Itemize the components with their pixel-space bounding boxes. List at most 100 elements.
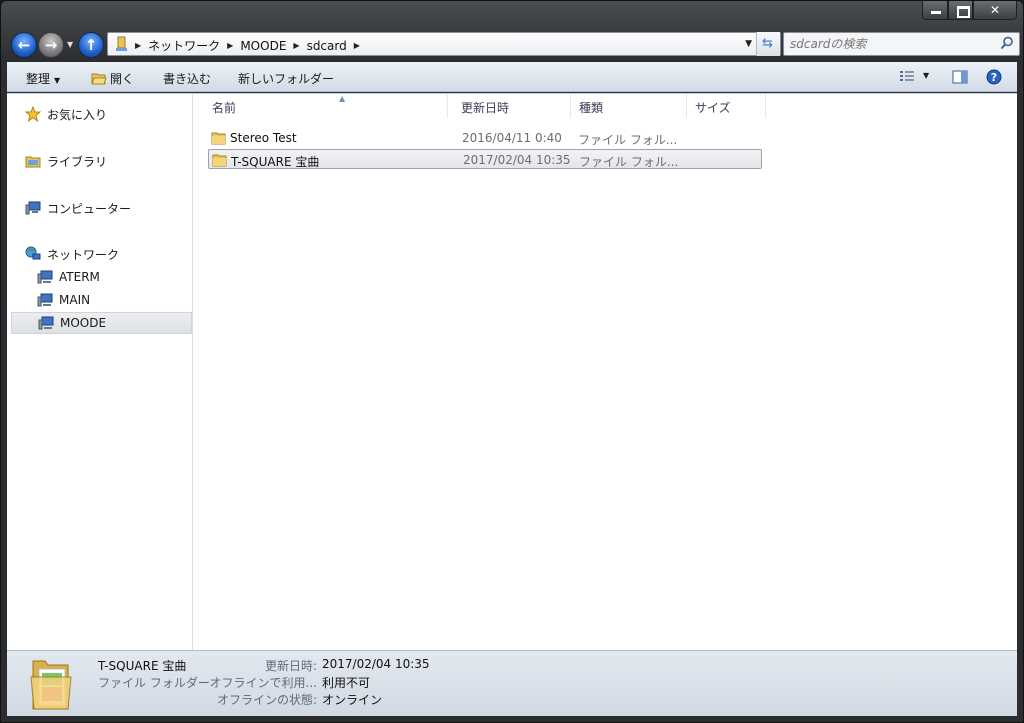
column-header-label: 種類 [579, 101, 604, 115]
organize-button[interactable]: 整理 ▼ [26, 70, 60, 87]
forward-arrow-icon: → [44, 36, 58, 54]
folder-thumbnail-icon [30, 660, 72, 710]
up-arrow-icon: ↑ [84, 36, 98, 54]
content-area: お気に入り ライブラリ コンピューター ネットワーク ATERM MAIN MO… [7, 93, 1017, 650]
file-list: 名前 ▲ 更新日時 種類 サイズ Stereo Test 2016/04/11 … [194, 94, 1017, 650]
column-header-label: 名前 [212, 101, 237, 115]
caption-buttons: ✕ [922, 1, 1017, 21]
nav-network-item-label: MAIN [59, 293, 91, 307]
nav-network[interactable]: ネットワーク [25, 243, 192, 265]
table-row[interactable]: Stereo Test 2016/04/11 0:40 ファイル フォル... [208, 128, 762, 148]
table-row-selected[interactable]: T-SQUARE 宝曲 2017/02/04 10:35 ファイル フォル... [208, 149, 762, 169]
search-box[interactable] [783, 32, 1020, 56]
column-header-size[interactable]: サイズ [687, 94, 766, 118]
file-type: ファイル フォル... [579, 155, 679, 169]
details-item-name: T-SQUARE 宝曲 [98, 659, 187, 673]
change-view-button[interactable]: ▼ [897, 68, 933, 86]
details-item-type: ファイル フォルダー [98, 676, 210, 690]
folder-icon [212, 154, 227, 167]
address-bar[interactable]: ▶ ネットワーク ▶ MOODE ▶ sdcard ▶ ▼ ⇆ [107, 32, 781, 56]
svg-text:?: ? [991, 71, 997, 84]
column-header-label: 更新日時 [461, 101, 510, 115]
file-date: 2017/02/04 10:35 [463, 153, 571, 167]
navigation-bar: ← → ▼ ↑ ▶ ネットワーク ▶ MOODE ▶ sdcard ▶ ▼ ⇆ [7, 29, 1020, 59]
details-offline-availability-label: オフラインで利用... [209, 676, 317, 690]
back-button[interactable]: ← [11, 32, 37, 58]
network-location-icon [116, 36, 127, 51]
new-folder-label: 新しいフォルダー [238, 72, 335, 86]
recent-pages-dropdown[interactable]: ▼ [67, 40, 73, 49]
search-icon[interactable] [1000, 36, 1014, 50]
nav-network-item-main[interactable]: MAIN [37, 289, 192, 311]
network-computer-icon [37, 270, 53, 284]
breadcrumb-chevron-icon[interactable]: ▶ [293, 41, 299, 50]
help-button[interactable]: ? [985, 68, 1003, 86]
view-details-icon [900, 71, 914, 81]
star-icon [25, 106, 41, 122]
open-folder-icon [91, 73, 107, 85]
details-offline-status-value: オンライン [322, 693, 383, 707]
nav-computer[interactable]: コンピューター [25, 197, 192, 219]
breadcrumb-chevron-icon[interactable]: ▶ [227, 41, 233, 50]
breadcrumb-root-chevron-icon[interactable]: ▶ [135, 41, 141, 50]
refresh-icon: ⇆ [762, 36, 773, 51]
burn-label: 書き込む [163, 72, 212, 86]
preview-pane-icon [952, 70, 968, 84]
maximize-button[interactable] [948, 1, 973, 20]
navigation-pane: お気に入り ライブラリ コンピューター ネットワーク ATERM MAIN MO… [7, 94, 193, 650]
organize-label: 整理 [26, 72, 51, 86]
nav-network-item-aterm[interactable]: ATERM [37, 266, 192, 288]
nav-computer-label: コンピューター [47, 201, 132, 216]
column-header-label: サイズ [695, 101, 731, 115]
nav-network-item-label: ATERM [59, 270, 100, 284]
computer-icon [25, 201, 41, 215]
breadcrumb-moode[interactable]: MOODE [240, 39, 286, 53]
file-date: 2016/04/11 0:40 [462, 131, 562, 145]
minimize-button[interactable] [922, 1, 948, 20]
file-name: T-SQUARE 宝曲 [231, 155, 320, 169]
column-header-name[interactable]: 名前 ▲ [204, 94, 448, 118]
nav-network-item-moode[interactable]: MOODE [11, 312, 192, 334]
up-button[interactable]: ↑ [78, 32, 104, 58]
breadcrumb-network[interactable]: ネットワーク [148, 37, 220, 54]
preview-pane-button[interactable] [951, 68, 969, 86]
open-button[interactable]: 開く [91, 70, 134, 87]
details-modified-label: 更新日時: [264, 659, 317, 673]
refresh-button[interactable]: ⇆ [756, 32, 780, 56]
command-bar: 整理 ▼ 開く 書き込む 新しいフォルダー ▼ ? [7, 62, 1017, 92]
help-icon: ? [986, 69, 1002, 85]
details-pane: T-SQUARE 宝曲 ファイル フォルダー 更新日時: 2017/02/04 … [7, 650, 1017, 716]
address-dropdown-icon[interactable]: ▼ [745, 39, 752, 49]
forward-button[interactable]: → [38, 32, 64, 58]
column-header-date[interactable]: 更新日時 [453, 94, 571, 118]
open-label: 開く [110, 72, 135, 86]
breadcrumb: ▶ ネットワーク ▶ MOODE ▶ sdcard ▶ [132, 37, 363, 54]
explorer-window: ✕ ← → ▼ ↑ ▶ ネットワーク ▶ MOODE ▶ sdcard ▶ ▼ … [0, 0, 1024, 723]
burn-button[interactable]: 書き込む [163, 70, 211, 87]
library-icon [25, 156, 41, 168]
nav-libraries[interactable]: ライブラリ [25, 150, 192, 172]
breadcrumb-sdcard[interactable]: sdcard [307, 39, 347, 53]
sort-ascending-icon: ▲ [339, 94, 346, 103]
network-computer-icon [38, 316, 54, 330]
breadcrumb-chevron-icon[interactable]: ▶ [354, 41, 360, 50]
network-computer-icon [37, 293, 53, 307]
nav-libraries-label: ライブラリ [47, 154, 108, 169]
nav-network-label: ネットワーク [47, 247, 120, 262]
nav-favorites[interactable]: お気に入り [25, 103, 192, 125]
file-name: Stereo Test [230, 131, 297, 145]
chevron-down-icon: ▼ [54, 76, 61, 85]
back-arrow-icon: ← [17, 36, 31, 54]
network-icon [25, 246, 41, 260]
search-input[interactable] [784, 33, 984, 55]
close-button[interactable]: ✕ [973, 1, 1017, 20]
details-modified-value: 2017/02/04 10:35 [322, 657, 430, 671]
column-header-type[interactable]: 種類 [571, 94, 687, 118]
file-type: ファイル フォル... [578, 133, 678, 147]
details-offline-availability-value: 利用不可 [322, 676, 371, 690]
nav-favorites-label: お気に入り [47, 107, 108, 122]
nav-network-item-label: MOODE [60, 316, 107, 330]
details-offline-status-label: オフラインの状態: [216, 693, 317, 707]
close-icon: ✕ [989, 3, 1001, 17]
new-folder-button[interactable]: 新しいフォルダー [238, 70, 334, 87]
